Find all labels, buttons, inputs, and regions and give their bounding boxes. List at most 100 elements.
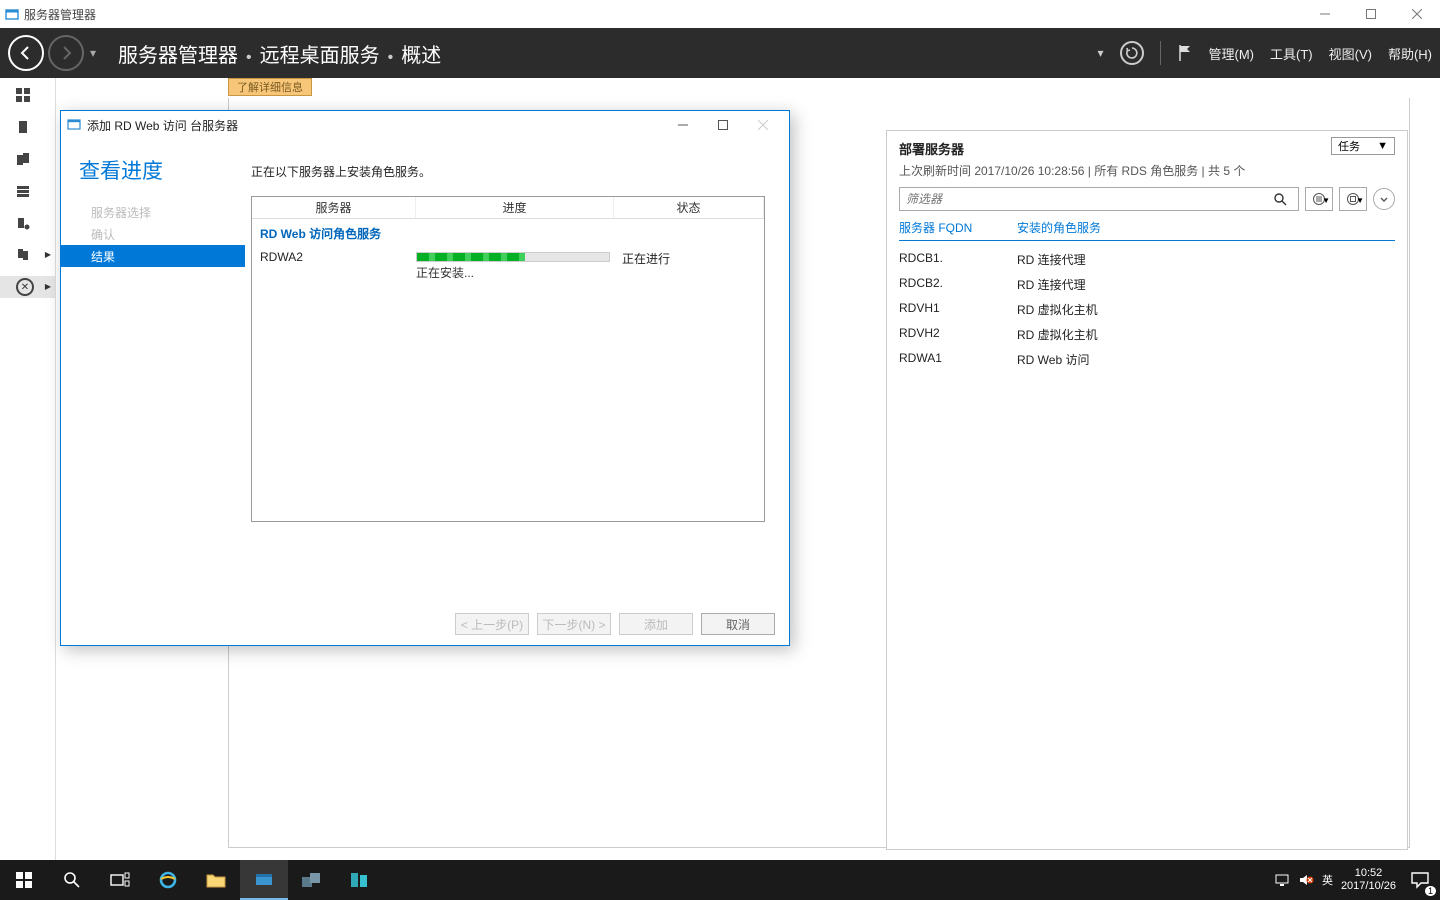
crumb-sep: • (246, 49, 252, 67)
crumb-sep: • (388, 49, 394, 67)
taskbar-clock[interactable]: 10:52 2017/10/26 (1341, 867, 1396, 893)
dialog-maximize-button[interactable] (703, 114, 743, 136)
notif-badge: 1 (1425, 886, 1436, 896)
info-banner[interactable]: 了解详细信息 (228, 78, 312, 96)
expand-button[interactable] (1373, 188, 1395, 210)
deploy-subtitle: 上次刷新时间 2017/10/26 10:28:56 | 所有 RDS 角色服务… (899, 162, 1395, 179)
dialog-window-controls (663, 114, 783, 136)
filter-row: ▼ ▼ (899, 187, 1395, 211)
nav-back-button[interactable] (8, 35, 44, 71)
add-rdweb-dialog: 添加 RD Web 访问 台服务器 查看进度 服务器选择 确认 结果 (60, 110, 790, 646)
deploy-table-head: 服务器 FQDN 安装的角色服务 (899, 219, 1395, 241)
table-row[interactable]: RDWA1RD Web 访问 (899, 347, 1395, 372)
rail-dashboard[interactable] (0, 84, 55, 106)
installing-text: 正在安装... (416, 264, 614, 281)
table-row[interactable]: RDCB1.RD 连接代理 (899, 247, 1395, 272)
taskbar: 英 10:52 2017/10/26 1 (0, 860, 1440, 900)
chevron-down-icon: ▼ (1377, 140, 1388, 152)
progress-cell: 正在安装... (416, 250, 614, 281)
table-row[interactable]: RDVH1RD 虚拟化主机 (899, 297, 1395, 322)
notification-center-button[interactable]: 1 (1404, 860, 1436, 900)
menu-view[interactable]: 视图(V) (1329, 44, 1372, 63)
dialog-sidebar: 查看进度 服务器选择 确认 结果 (61, 139, 245, 603)
filter-options-button[interactable]: ▼ (1305, 187, 1333, 211)
step-confirm: 确认 (61, 223, 245, 245)
deployment-servers-panel: 部署服务器 上次刷新时间 2017/10/26 10:28:56 | 所有 RD… (886, 130, 1408, 850)
crumb-rds[interactable]: 远程桌面服务 (260, 39, 380, 68)
nav-forward-button[interactable] (48, 35, 84, 71)
th-server[interactable]: 服务器 (252, 197, 416, 218)
rail-local-server[interactable] (0, 116, 55, 138)
filter-input[interactable] (900, 192, 1274, 206)
th-role[interactable]: 安装的角色服务 (1017, 219, 1395, 236)
th-status[interactable]: 状态 (614, 197, 764, 218)
progress-server-name: RDWA2 (260, 250, 416, 264)
progress-bar (416, 252, 610, 262)
tray-network-icon[interactable] (1274, 873, 1290, 887)
taskbar-explorer[interactable] (192, 860, 240, 900)
cancel-button[interactable]: 取消 (701, 613, 775, 635)
crumb-app[interactable]: 服务器管理器 (118, 39, 238, 68)
nav-dropdown-icon[interactable]: ▾ (90, 46, 96, 60)
menu-tools[interactable]: 工具(T) (1270, 44, 1313, 63)
rail-item-arrow[interactable]: ▶ (0, 244, 55, 266)
clock-time: 10:52 (1341, 867, 1396, 880)
search-icon[interactable] (1274, 193, 1298, 206)
ime-indicator[interactable]: 英 (1322, 872, 1333, 888)
progress-table-head: 服务器 进度 状态 (252, 197, 764, 219)
crumb-overview[interactable]: 概述 (401, 39, 441, 68)
left-rail: ▶ ✕▶ (0, 78, 56, 860)
app-icon (4, 6, 20, 22)
step-server-selection: 服务器选择 (61, 201, 245, 223)
progress-table: 服务器 进度 状态 RD Web 访问角色服务 RDWA2 正在安装... 正在… (251, 196, 765, 522)
next-button: 下一步(N) > (537, 613, 611, 635)
menu-help[interactable]: 帮助(H) (1388, 44, 1432, 63)
rail-rds-selected[interactable]: ✕▶ (0, 276, 55, 298)
dialog-close-button (743, 114, 783, 136)
taskbar-tray: 英 10:52 2017/10/26 1 (1274, 860, 1440, 900)
window-controls (1302, 0, 1440, 28)
dialog-titlebar[interactable]: 添加 RD Web 访问 台服务器 (61, 111, 789, 139)
th-fqdn[interactable]: 服务器 FQDN (899, 219, 1017, 236)
step-results[interactable]: 结果 (61, 245, 245, 267)
tray-volume-icon[interactable] (1298, 873, 1314, 887)
taskbar-server-manager[interactable] (240, 860, 288, 900)
dialog-minimize-button[interactable] (663, 114, 703, 136)
info-banner-text: 了解详细信息 (237, 79, 303, 95)
close-button[interactable] (1394, 0, 1440, 28)
dialog-icon (67, 117, 83, 133)
header-bar: ▾ 服务器管理器 • 远程桌面服务 • 概述 ▾ 管理(M) 工具(T) 视图(… (0, 28, 1440, 78)
rail-iis[interactable] (0, 212, 55, 234)
header-right: ▾ 管理(M) 工具(T) 视图(V) 帮助(H) (1097, 41, 1432, 65)
progress-bar-fill (417, 253, 525, 261)
dialog-heading: 查看进度 (61, 155, 245, 201)
dialog-footer: < 上一步(P) 下一步(N) > 添加 取消 (61, 603, 789, 645)
menu-manage[interactable]: 管理(M) (1209, 44, 1255, 63)
dialog-title-text: 添加 RD Web 访问 台服务器 (87, 117, 238, 134)
progress-status: 正在进行 (614, 250, 756, 267)
taskview-button[interactable] (96, 860, 144, 900)
start-button[interactable] (0, 860, 48, 900)
search-button[interactable] (48, 860, 96, 900)
rail-file-services[interactable] (0, 180, 55, 202)
add-button: 添加 (619, 613, 693, 635)
rail-all-servers[interactable] (0, 148, 55, 170)
notifications-flag-icon[interactable] (1177, 44, 1193, 62)
minimize-button[interactable] (1302, 0, 1348, 28)
table-row[interactable]: RDVH2RD 虚拟化主机 (899, 322, 1395, 347)
chevron-down-icon: ▼ (1356, 196, 1364, 205)
tasks-dropdown[interactable]: 任务 ▼ (1331, 137, 1395, 155)
dialog-description: 正在以下服务器上安装角色服务。 (251, 163, 765, 180)
maximize-button[interactable] (1348, 0, 1394, 28)
taskbar-app-1[interactable] (288, 860, 336, 900)
taskbar-ie[interactable] (144, 860, 192, 900)
progress-section-title: RD Web 访问角色服务 (252, 219, 764, 248)
taskbar-app-2[interactable] (336, 860, 384, 900)
header-dropdown-caret[interactable]: ▾ (1097, 46, 1103, 60)
dialog-body: 查看进度 服务器选择 确认 结果 正在以下服务器上安装角色服务。 服务器 进度 … (61, 139, 789, 603)
th-progress[interactable]: 进度 (416, 197, 614, 218)
chevron-down-icon: ▼ (1322, 196, 1330, 205)
refresh-icon[interactable] (1120, 41, 1144, 65)
table-row[interactable]: RDCB2.RD 连接代理 (899, 272, 1395, 297)
filter-save-button[interactable]: ▼ (1339, 187, 1367, 211)
